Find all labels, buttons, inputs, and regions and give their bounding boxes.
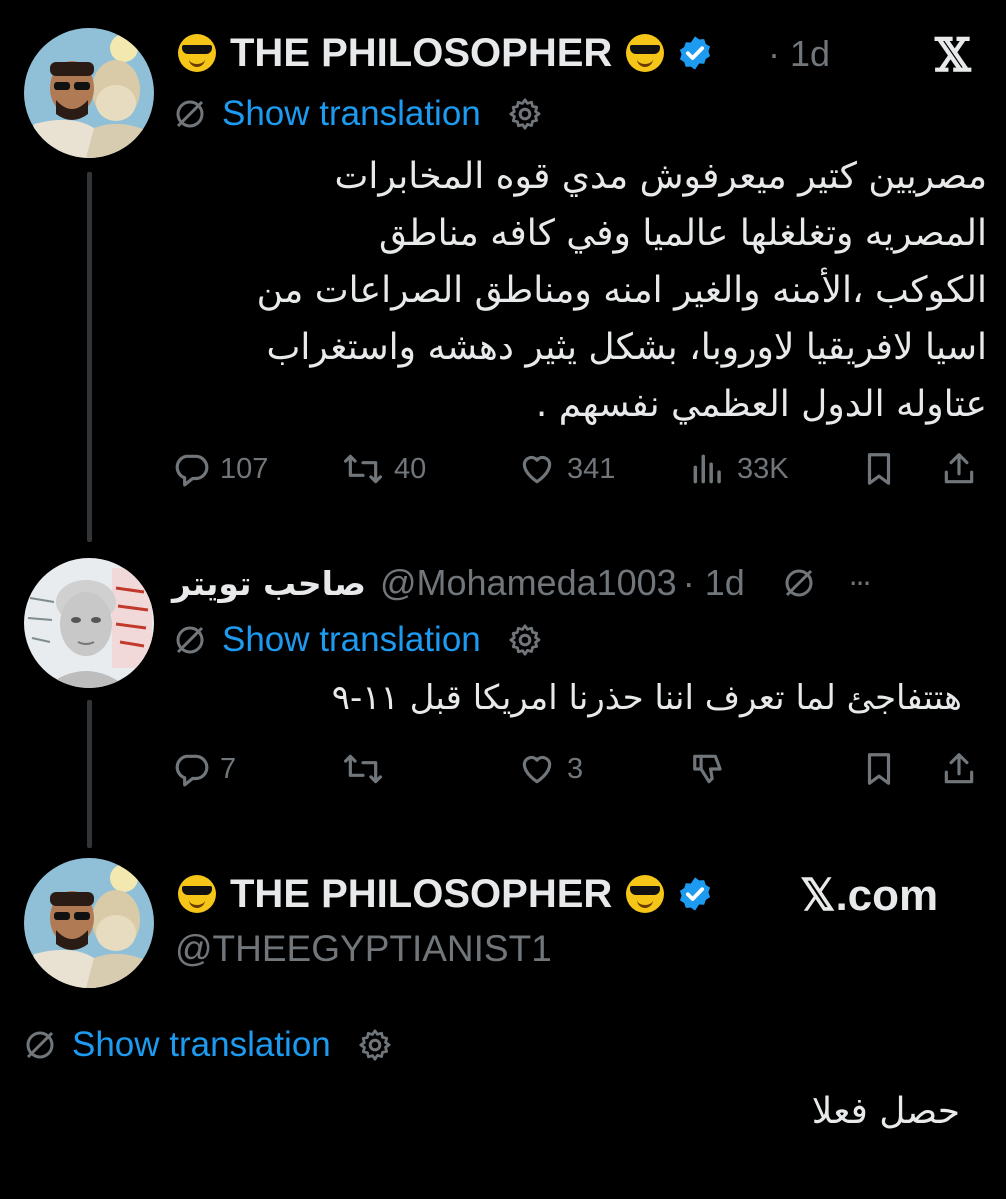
gear-icon[interactable] [507, 96, 543, 132]
tweet-text: حصل فعلا [811, 1091, 960, 1132]
show-translation-link[interactable]: Show translation [172, 94, 543, 134]
tweet-actions: 107 40 341 33K [172, 450, 982, 490]
share-icon [944, 453, 974, 484]
more-options-icon[interactable]: ··· [849, 567, 872, 600]
author-name-text[interactable]: صاحب تويتر [172, 564, 366, 603]
tweet-text: مصريين كتير ميعرفوش مدي قوه المخابرات ال… [256, 156, 987, 425]
bookmark-button[interactable] [860, 750, 908, 788]
tweet-timestamp[interactable]: · 1d [683, 562, 745, 604]
bookmark-icon [867, 753, 891, 785]
views-count: 33K [737, 452, 789, 485]
like-button[interactable]: 3 [517, 750, 583, 788]
sunglasses-emoji-icon [626, 875, 665, 913]
author-avatar[interactable] [24, 858, 154, 988]
x-logo-icon: 𝕏 [935, 28, 971, 82]
tweet-actions: 7 3 [172, 750, 982, 790]
gear-icon[interactable] [507, 622, 543, 658]
author-name-text: THE PHILOSOPHER [230, 871, 613, 916]
show-translation-label[interactable]: Show translation [222, 94, 481, 134]
views-button[interactable]: 33K [689, 450, 789, 488]
show-translation-link[interactable]: Show translation [172, 620, 543, 660]
show-translation-label[interactable]: Show translation [222, 620, 481, 660]
x-brand-logo: 𝕏.com [800, 871, 939, 920]
like-count: 3 [567, 752, 584, 785]
show-translation-label[interactable]: Show translation [72, 1025, 331, 1065]
author-name-text: THE PHILOSOPHER [230, 30, 613, 75]
verified-badge-icon [680, 36, 711, 70]
sunglasses-emoji-icon [626, 34, 665, 72]
author-avatar[interactable] [24, 558, 154, 688]
reply-icon [175, 754, 209, 787]
heart-icon [522, 755, 552, 784]
reply-icon [175, 454, 209, 487]
author-name[interactable]: THE PHILOSOPHER [178, 31, 714, 75]
views-icon [693, 454, 721, 484]
author-handle[interactable]: @Mohameda1003 [380, 562, 677, 604]
repost-button[interactable] [342, 750, 394, 788]
thread-connector [87, 172, 92, 542]
verified-badge-icon [680, 877, 711, 911]
author-handle[interactable]: @THEEGYPTIANIST1 [175, 928, 552, 970]
reply-count: 107 [220, 452, 269, 485]
repost-button[interactable]: 40 [342, 450, 426, 488]
share-button[interactable] [940, 750, 988, 788]
reply-button[interactable]: 7 [172, 750, 236, 788]
gear-icon[interactable] [357, 1027, 393, 1063]
author-name[interactable]: THE PHILOSOPHER [178, 872, 714, 916]
thumbs-down-icon [693, 754, 722, 784]
show-translation-link[interactable]: Show translation [22, 1025, 393, 1065]
like-count: 341 [567, 452, 616, 485]
sunglasses-emoji-icon [178, 34, 216, 72]
like-button[interactable]: 341 [517, 450, 615, 488]
downvote-button[interactable] [689, 750, 739, 788]
globe-slash-icon [176, 626, 204, 654]
author-avatar[interactable] [24, 28, 154, 158]
heart-icon [522, 455, 552, 484]
tweet-text: هتتفاجئ لما تعرف اننا حذرنا امريكا قبل ١… [331, 678, 962, 718]
bookmark-button[interactable] [860, 450, 908, 488]
globe-slash-icon [26, 1031, 54, 1059]
sunglasses-emoji-icon [178, 875, 216, 913]
repost-icon [344, 754, 382, 784]
repost-icon [344, 454, 382, 484]
globe-slash-icon [176, 100, 204, 128]
tweet-timestamp[interactable]: · 1d [768, 33, 830, 75]
bookmark-icon [867, 453, 891, 485]
repost-count: 40 [394, 452, 427, 485]
share-icon [944, 753, 974, 784]
reply-count: 7 [220, 752, 237, 785]
globe-slash-icon [785, 569, 813, 597]
thread-connector [87, 700, 92, 848]
reply-button[interactable]: 107 [172, 450, 268, 488]
share-button[interactable] [940, 450, 988, 488]
author-header: صاحب تويتر @Mohameda1003 · 1d ··· [172, 560, 972, 606]
